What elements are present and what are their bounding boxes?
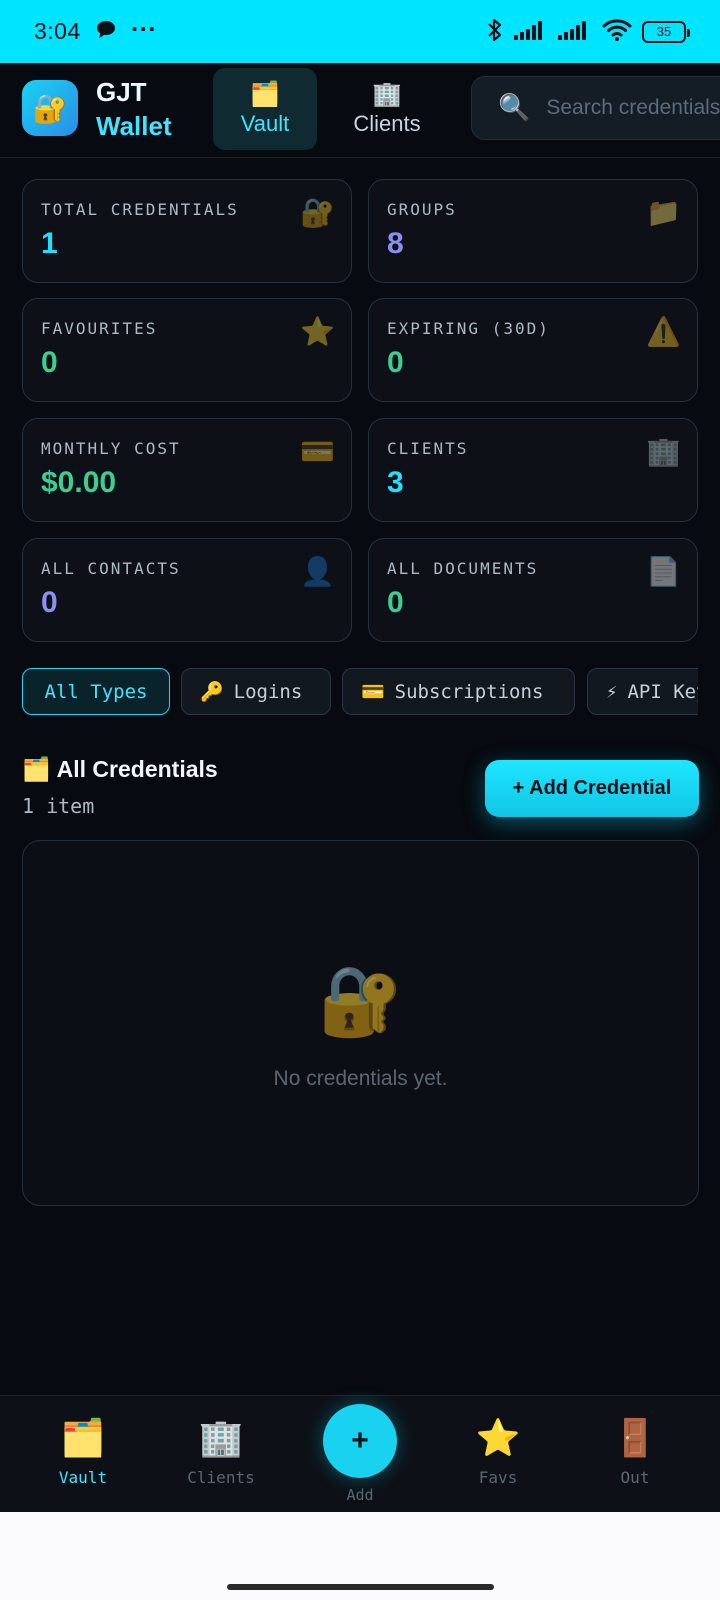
bottom-nav-out[interactable]: 🚪 Out <box>580 1418 690 1487</box>
brand-line1: GJT <box>96 77 147 107</box>
office-building-icon: 🏢 <box>372 80 402 108</box>
brand-line2: Wallet <box>96 111 172 141</box>
status-bar: 3:04 ··· 35 <box>0 0 720 63</box>
section-title-text: All Credentials <box>56 756 218 782</box>
type-filter-chips: All Types 🔑 Logins 💳 Subscriptions ⚡ API… <box>22 668 698 716</box>
stat-label: MONTHLY COST <box>41 439 181 458</box>
stat-value: 1 <box>41 227 58 260</box>
card-index-dividers-icon: 🗂️ <box>250 80 280 108</box>
battery-icon: 35 <box>642 20 690 43</box>
search-input[interactable] <box>546 96 720 120</box>
stat-value: 0 <box>387 346 404 379</box>
signal-icon <box>514 19 548 45</box>
tab-vault-label: Vault <box>240 111 290 136</box>
section-title: 🗂️ All Credentials <box>22 756 218 783</box>
add-fab-button[interactable]: + <box>323 1404 397 1478</box>
bottom-nav-clients[interactable]: 🏢 Clients <box>166 1418 276 1487</box>
stat-value: 0 <box>41 586 58 619</box>
credit-card-icon: 💳 <box>300 435 335 468</box>
wifi-icon <box>602 18 632 46</box>
chip-label: All Types <box>44 680 148 703</box>
tab-clients-label: Clients <box>353 111 421 136</box>
app-header: 🔐 GJT Wallet 🗂️ Vault 🏢 Clients 🔍 <box>0 63 720 158</box>
app-brand: GJT Wallet <box>96 75 172 143</box>
stat-card-favourites[interactable]: FAVOURITES 0 ⭐ <box>22 298 352 402</box>
gesture-handle[interactable] <box>227 1584 494 1590</box>
chip-api-keys[interactable]: ⚡ API Keys <box>587 668 698 715</box>
stat-label: TOTAL CREDENTIALS <box>41 200 239 219</box>
section-count: 1 item <box>22 794 95 818</box>
stat-value: 0 <box>41 346 58 379</box>
app-logo[interactable]: 🔐 <box>22 80 78 136</box>
chat-bubble-icon <box>95 19 117 45</box>
key-icon: 🔑 <box>200 681 224 703</box>
add-credential-button[interactable]: + Add Credential <box>485 760 699 817</box>
chip-label: Logins <box>233 680 303 703</box>
star-icon: ⭐ <box>475 1418 521 1459</box>
lightning-icon: ⚡ <box>606 680 618 703</box>
stat-card-groups[interactable]: GROUPS 8 📁 <box>368 179 698 283</box>
chip-label: Subscriptions <box>394 680 544 703</box>
stat-value: 3 <box>387 466 404 499</box>
stat-label: FAVOURITES <box>41 319 158 338</box>
stat-card-total-credentials[interactable]: TOTAL CREDENTIALS 1 🔐 <box>22 179 352 283</box>
warning-icon: ⚠️ <box>646 315 681 348</box>
bottom-nav: 🗂️ Vault 🏢 Clients + Add ⭐ Favs 🚪 Out <box>0 1395 720 1512</box>
more-notifications-icon: ··· <box>130 16 157 41</box>
search-box[interactable]: 🔍 <box>471 76 720 140</box>
lock-key-icon: 🔐 <box>300 196 335 229</box>
star-icon: ⭐ <box>300 315 335 348</box>
add-fab-label: Add <box>346 1486 374 1504</box>
stat-card-expiring[interactable]: EXPIRING (30D) 0 ⚠️ <box>368 298 698 402</box>
chip-subscriptions[interactable]: 💳 Subscriptions <box>342 668 575 715</box>
bottom-nav-label: Out <box>620 1468 650 1487</box>
document-icon: 📄 <box>646 555 681 588</box>
bottom-nav-favs[interactable]: ⭐ Favs <box>443 1418 553 1487</box>
status-time: 3:04 <box>34 18 81 44</box>
person-icon: 👤 <box>300 555 335 588</box>
bottom-nav-vault[interactable]: 🗂️ Vault <box>28 1418 138 1487</box>
bottom-nav-label: Clients <box>187 1468 255 1487</box>
signal-icon <box>558 19 592 45</box>
lock-key-icon: 🔐 <box>318 962 403 1041</box>
stat-card-all-contacts[interactable]: ALL CONTACTS 0 👤 <box>22 538 352 642</box>
stat-card-all-documents[interactable]: ALL DOCUMENTS 0 📄 <box>368 538 698 642</box>
stat-card-monthly-cost[interactable]: MONTHLY COST $0.00 💳 <box>22 418 352 522</box>
empty-state-text: No credentials yet. <box>273 1067 448 1090</box>
office-building-icon: 🏢 <box>646 435 681 468</box>
tab-vault[interactable]: 🗂️ Vault <box>213 68 317 150</box>
stat-label: ALL CONTACTS <box>41 559 181 578</box>
bottom-nav-label: Vault <box>58 1468 108 1487</box>
credit-card-icon: 💳 <box>361 681 385 703</box>
credentials-list-empty: 🔐 No credentials yet. <box>22 840 699 1206</box>
lock-key-icon: 🔐 <box>32 91 68 125</box>
chip-all-types[interactable]: All Types <box>22 668 170 715</box>
stat-label: EXPIRING (30D) <box>387 319 550 338</box>
search-icon: 🔍 <box>498 93 531 123</box>
office-building-icon: 🏢 <box>198 1418 244 1459</box>
stat-value: 8 <box>387 227 404 260</box>
card-index-dividers-icon: 🗂️ <box>60 1418 106 1459</box>
bluetooth-icon <box>486 17 504 47</box>
stat-label: GROUPS <box>387 200 457 219</box>
card-index-dividers-icon: 🗂️ <box>22 756 51 782</box>
stat-card-clients[interactable]: CLIENTS 3 🏢 <box>368 418 698 522</box>
bottom-nav-label: Favs <box>478 1468 518 1487</box>
chip-label: API Keys <box>627 680 698 703</box>
folder-icon: 📁 <box>646 196 681 229</box>
chip-logins[interactable]: 🔑 Logins <box>181 668 331 715</box>
stat-label: CLIENTS <box>387 439 469 458</box>
stat-value: 0 <box>387 586 404 619</box>
tab-clients[interactable]: 🏢 Clients <box>335 68 439 150</box>
stat-value: $0.00 <box>41 466 117 499</box>
stat-label: ALL DOCUMENTS <box>387 559 539 578</box>
door-icon: 🚪 <box>612 1418 658 1459</box>
